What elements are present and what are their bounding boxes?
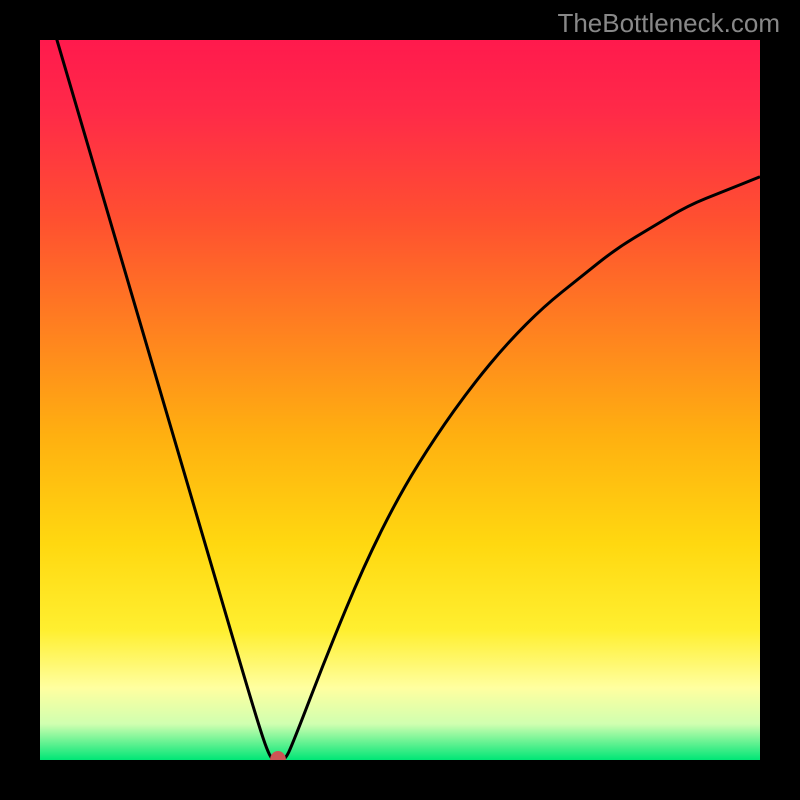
chart-container [40, 40, 760, 760]
watermark-text: TheBottleneck.com [557, 8, 780, 39]
bottleneck-curve [40, 40, 760, 760]
